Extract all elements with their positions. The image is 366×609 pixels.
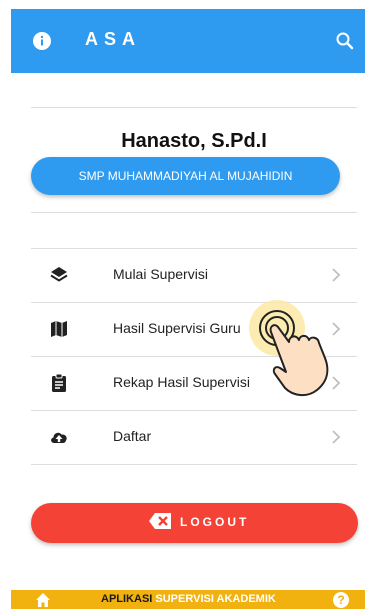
bottom-bar-title: APLIKASI SUPERVISI AKADEMIK <box>101 593 276 605</box>
chevron-right-icon <box>332 268 341 282</box>
chevron-right-icon <box>332 322 341 336</box>
menu-item-label: Daftar <box>113 428 152 444</box>
menu-item-rekap-hasil-supervisi[interactable]: Rekap Hasil Supervisi <box>31 356 357 410</box>
close-box-icon <box>149 513 171 529</box>
divider <box>31 107 357 108</box>
app-title: ASA <box>85 29 142 49</box>
divider <box>31 464 357 465</box>
menu-item-mulai-supervisi[interactable]: Mulai Supervisi <box>31 248 357 302</box>
map-icon <box>51 321 67 337</box>
clipboard-icon <box>52 373 66 392</box>
bottom-bar-title-part1: APLIKASI <box>101 593 153 605</box>
search-icon[interactable] <box>335 31 355 51</box>
svg-text:?: ? <box>337 593 344 607</box>
menu-item-label: Hasil Supervisi Guru <box>113 320 241 336</box>
chevron-right-icon <box>332 376 341 390</box>
bottom-bar-title-part2: SUPERVISI AKADEMIK <box>155 593 276 605</box>
school-button[interactable]: SMP MUHAMMADIYAH AL MUJAHIDIN <box>31 157 340 195</box>
chevron-right-icon <box>332 430 341 444</box>
info-icon[interactable] <box>33 32 51 50</box>
menu-item-label: Rekap Hasil Supervisi <box>113 374 250 390</box>
help-icon[interactable]: ? <box>333 592 349 608</box>
logout-label: LOGOUT <box>180 515 250 529</box>
layers-icon <box>50 267 68 282</box>
user-name: Hanasto, S.Pd.I <box>121 130 267 152</box>
divider <box>31 212 357 213</box>
menu-item-daftar[interactable]: Daftar <box>31 410 357 464</box>
menu-item-hasil-supervisi-guru[interactable]: Hasil Supervisi Guru <box>31 302 357 356</box>
bottom-bar: APLIKASI SUPERVISI AKADEMIK ? <box>11 590 365 609</box>
app-bar: ASA <box>11 9 365 73</box>
home-icon[interactable] <box>35 592 51 608</box>
logout-button[interactable]: LOGOUT <box>31 503 358 543</box>
menu-item-label: Mulai Supervisi <box>113 266 208 282</box>
cloud-upload-icon <box>51 432 67 443</box>
